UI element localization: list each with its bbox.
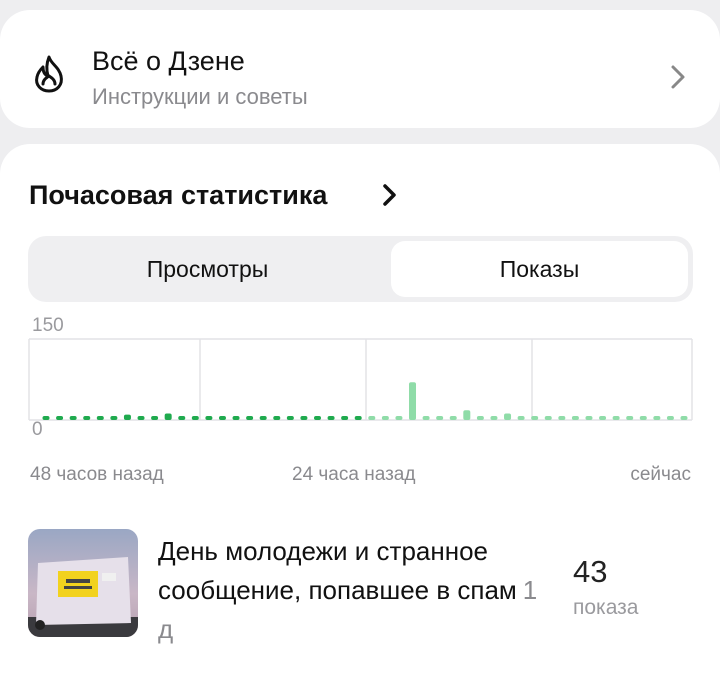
tab-impressions[interactable]: Показы bbox=[391, 241, 688, 297]
hourly-stats-card: Почасовая статистика Просмотры Показы 15… bbox=[0, 144, 720, 684]
chart-bar bbox=[354, 416, 362, 420]
x-label-start: 48 часов назад bbox=[30, 464, 164, 485]
chart-bar bbox=[232, 416, 240, 420]
chart-bar bbox=[368, 416, 376, 420]
chart-bar bbox=[96, 416, 104, 420]
chart-bar bbox=[680, 416, 688, 420]
zen-card-title: Всё о Дзене bbox=[92, 46, 245, 76]
chevron-right-icon[interactable] bbox=[380, 182, 400, 208]
chart-bar bbox=[422, 416, 430, 420]
impressions-count: 43 bbox=[573, 554, 608, 589]
chart-bar bbox=[626, 416, 634, 420]
chart-bar bbox=[69, 416, 77, 420]
chart-bar bbox=[83, 416, 91, 420]
chart-bar bbox=[191, 416, 199, 420]
chart-bar bbox=[436, 416, 444, 420]
chart-bar bbox=[205, 416, 213, 420]
chart-bar bbox=[341, 416, 349, 420]
hourly-bar-chart: 150 0 bbox=[28, 315, 693, 440]
chart-bar bbox=[666, 416, 674, 420]
chart-bar bbox=[218, 416, 226, 420]
zen-info-card[interactable]: Всё о Дзене Инструкции и советы bbox=[0, 10, 720, 128]
chart-bar bbox=[571, 416, 579, 420]
chart-bar bbox=[504, 413, 512, 420]
chart-bar bbox=[313, 416, 321, 420]
chart-bar bbox=[409, 382, 417, 420]
article-thumbnail bbox=[28, 529, 138, 637]
chart-bar bbox=[639, 416, 647, 420]
chevron-right-icon bbox=[671, 65, 685, 89]
chart-bar bbox=[490, 416, 498, 420]
chart-bar bbox=[449, 416, 457, 420]
chart-bar bbox=[273, 416, 281, 420]
article-row[interactable]: День молодежи и странное сообщение, попа… bbox=[0, 524, 720, 664]
chart-bar bbox=[531, 416, 539, 420]
x-label-middle: 24 часа назад bbox=[292, 464, 416, 485]
tab-views[interactable]: Просмотры bbox=[34, 241, 381, 297]
chart-bar bbox=[56, 416, 64, 420]
chart-bar bbox=[653, 416, 661, 420]
chart-bar bbox=[151, 416, 159, 420]
chart-bar bbox=[246, 416, 254, 420]
article-title[interactable]: День молодежи и странное сообщение, попа… bbox=[158, 532, 558, 649]
metric-toggle: Просмотры Показы bbox=[28, 236, 693, 302]
y-tick-max: 150 bbox=[32, 315, 64, 336]
chart-bar bbox=[612, 416, 620, 420]
chart-bar bbox=[42, 416, 50, 420]
chart-bar bbox=[585, 416, 593, 420]
chart-bar bbox=[178, 416, 186, 420]
impressions-label: показа bbox=[573, 596, 639, 619]
chart-bar bbox=[286, 416, 294, 420]
chart-bar bbox=[327, 416, 335, 420]
stats-title[interactable]: Почасовая статистика bbox=[29, 180, 327, 211]
chart-bar bbox=[164, 413, 172, 420]
chart-bar bbox=[259, 416, 267, 420]
chart-bar bbox=[137, 416, 145, 420]
chart-bar bbox=[599, 416, 607, 420]
x-label-end: сейчас bbox=[630, 464, 691, 485]
chart-bar bbox=[544, 416, 552, 420]
chart-bar bbox=[123, 414, 131, 420]
zen-card-subtitle: Инструкции и советы bbox=[92, 84, 308, 109]
chart-bar bbox=[476, 416, 484, 420]
chart-bar bbox=[517, 416, 525, 420]
chart-bar bbox=[463, 410, 471, 420]
y-tick-zero: 0 bbox=[32, 419, 43, 440]
chart-bar bbox=[395, 416, 403, 420]
x-axis-labels: 48 часов назад 24 часа назад сейчас bbox=[28, 464, 693, 490]
chart-bar bbox=[110, 416, 118, 420]
chart-bar bbox=[381, 416, 389, 420]
chart-bar bbox=[300, 416, 308, 420]
flame-icon bbox=[35, 55, 63, 93]
chart-bar bbox=[558, 416, 566, 420]
